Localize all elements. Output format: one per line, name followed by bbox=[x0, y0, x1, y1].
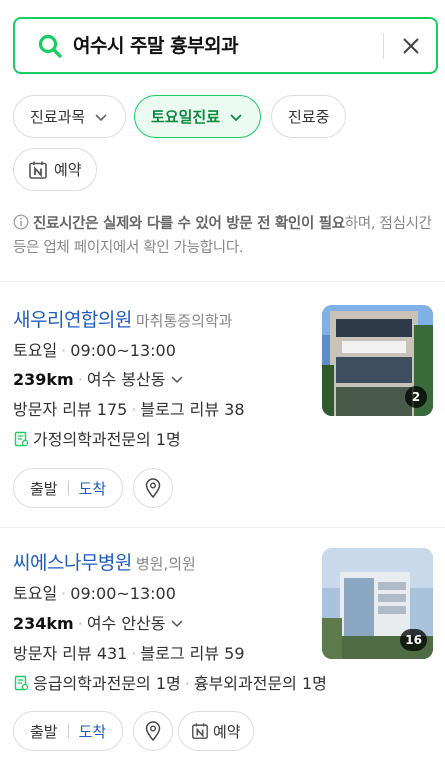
place-photo[interactable]: 2 bbox=[322, 305, 433, 416]
notice-bold: 진료시간은 실제와 다를 수 있어 방문 전 확인이 필요 bbox=[33, 216, 345, 232]
naver-calendar-icon bbox=[29, 161, 47, 179]
map-pin-icon bbox=[145, 721, 161, 741]
info-icon bbox=[13, 214, 29, 230]
reserve-button[interactable]: 예약 bbox=[178, 711, 254, 751]
filter-chip-open-now[interactable]: 진료중 bbox=[271, 95, 347, 138]
place-reviews: 방문자 리뷰 175 · 블로그 리뷰 38 bbox=[13, 400, 245, 419]
hours-day: 토요일 bbox=[13, 584, 58, 603]
route-arrive[interactable]: 도착 bbox=[79, 721, 107, 742]
specialist-icon bbox=[14, 675, 29, 691]
search-divider bbox=[383, 33, 384, 59]
specialist-count: 가정의학과전문의 1명 bbox=[33, 430, 181, 449]
chevron-down-icon bbox=[170, 376, 183, 384]
hours-time: 09:00~13:00 bbox=[70, 584, 176, 603]
place-category: 마취통증의학과 bbox=[135, 312, 233, 330]
visitor-reviews[interactable]: 방문자 리뷰 175 bbox=[13, 400, 127, 419]
filter-chip-reservation[interactable]: 예약 bbox=[13, 148, 97, 191]
hours-notice: 진료시간은 실제와 다를 수 있어 방문 전 확인이 필요하며, 점심시간 등은… bbox=[13, 212, 433, 260]
filter-chip-label: 토요일진료 bbox=[151, 108, 221, 126]
filter-chip-label: 예약 bbox=[54, 161, 82, 179]
search-icon bbox=[38, 34, 62, 58]
place-title-row: 씨에스나무병원 병원,의원 bbox=[13, 548, 196, 575]
place-location[interactable]: 234km · 여수 안산동 bbox=[13, 613, 184, 635]
place-location[interactable]: 239km · 여수 봉산동 bbox=[13, 369, 184, 391]
place-title-row: 새우리연합의원 마취통증의학과 bbox=[13, 305, 232, 332]
specialist-count: 응급의학과전문의 1명 bbox=[33, 674, 181, 693]
place-photo[interactable]: 16 bbox=[322, 548, 433, 659]
close-icon[interactable] bbox=[399, 34, 423, 58]
place-area: 여수 봉산동 bbox=[86, 370, 166, 389]
search-input[interactable]: 여수시 주말 흉부외과 bbox=[73, 32, 239, 60]
section-divider bbox=[0, 281, 445, 282]
place-category: 병원,의원 bbox=[135, 555, 196, 573]
blog-reviews[interactable]: 블로그 리뷰 59 bbox=[140, 644, 244, 663]
filter-chip-saturday[interactable]: 토요일진료 bbox=[134, 95, 262, 138]
route-start[interactable]: 출발 bbox=[30, 721, 58, 742]
place-specialists: 가정의학과전문의 1명 bbox=[13, 429, 181, 451]
photo-count-badge: 16 bbox=[400, 629, 427, 651]
search-bar[interactable]: 여수시 주말 흉부외과 bbox=[13, 17, 438, 74]
place-hours: 토요일 · 09:00~13:00 bbox=[13, 584, 176, 603]
place-name[interactable]: 씨에스나무병원 bbox=[13, 552, 132, 574]
map-pin-button[interactable] bbox=[133, 711, 173, 751]
route-start[interactable]: 출발 bbox=[30, 478, 58, 499]
route-button[interactable]: 출발 도착 bbox=[13, 468, 124, 508]
map-pin-icon bbox=[145, 478, 161, 498]
naver-calendar-icon bbox=[192, 723, 208, 739]
filter-chip-department[interactable]: 진료과목 bbox=[13, 95, 127, 138]
specialist-count: 흉부외과전문의 1명 bbox=[193, 674, 327, 693]
place-name[interactable]: 새우리연합의원 bbox=[13, 309, 132, 331]
route-button[interactable]: 출발 도착 bbox=[13, 711, 124, 751]
place-hours: 토요일 · 09:00~13:00 bbox=[13, 341, 176, 360]
chevron-down-icon bbox=[95, 113, 107, 121]
place-area: 여수 안산동 bbox=[86, 614, 166, 633]
filter-chip-label: 진료중 bbox=[288, 108, 330, 126]
specialist-icon bbox=[14, 431, 29, 447]
place-specialists: 응급의학과전문의 1명 · 흉부외과전문의 1명 bbox=[13, 673, 327, 695]
place-distance: 239km bbox=[13, 370, 74, 389]
map-pin-button[interactable] bbox=[133, 468, 173, 508]
chevron-down-icon bbox=[230, 113, 242, 121]
photo-count-badge: 2 bbox=[405, 386, 427, 408]
chevron-down-icon bbox=[170, 620, 183, 628]
section-divider bbox=[0, 527, 445, 528]
blog-reviews[interactable]: 블로그 리뷰 38 bbox=[140, 400, 244, 419]
hours-day: 토요일 bbox=[13, 341, 58, 360]
visitor-reviews[interactable]: 방문자 리뷰 431 bbox=[13, 644, 127, 663]
reserve-label: 예약 bbox=[213, 722, 241, 741]
place-reviews: 방문자 리뷰 431 · 블로그 리뷰 59 bbox=[13, 644, 245, 663]
place-distance: 234km bbox=[13, 614, 74, 633]
filter-chip-label: 진료과목 bbox=[30, 108, 86, 126]
hours-time: 09:00~13:00 bbox=[70, 341, 176, 360]
route-arrive[interactable]: 도착 bbox=[79, 478, 107, 499]
